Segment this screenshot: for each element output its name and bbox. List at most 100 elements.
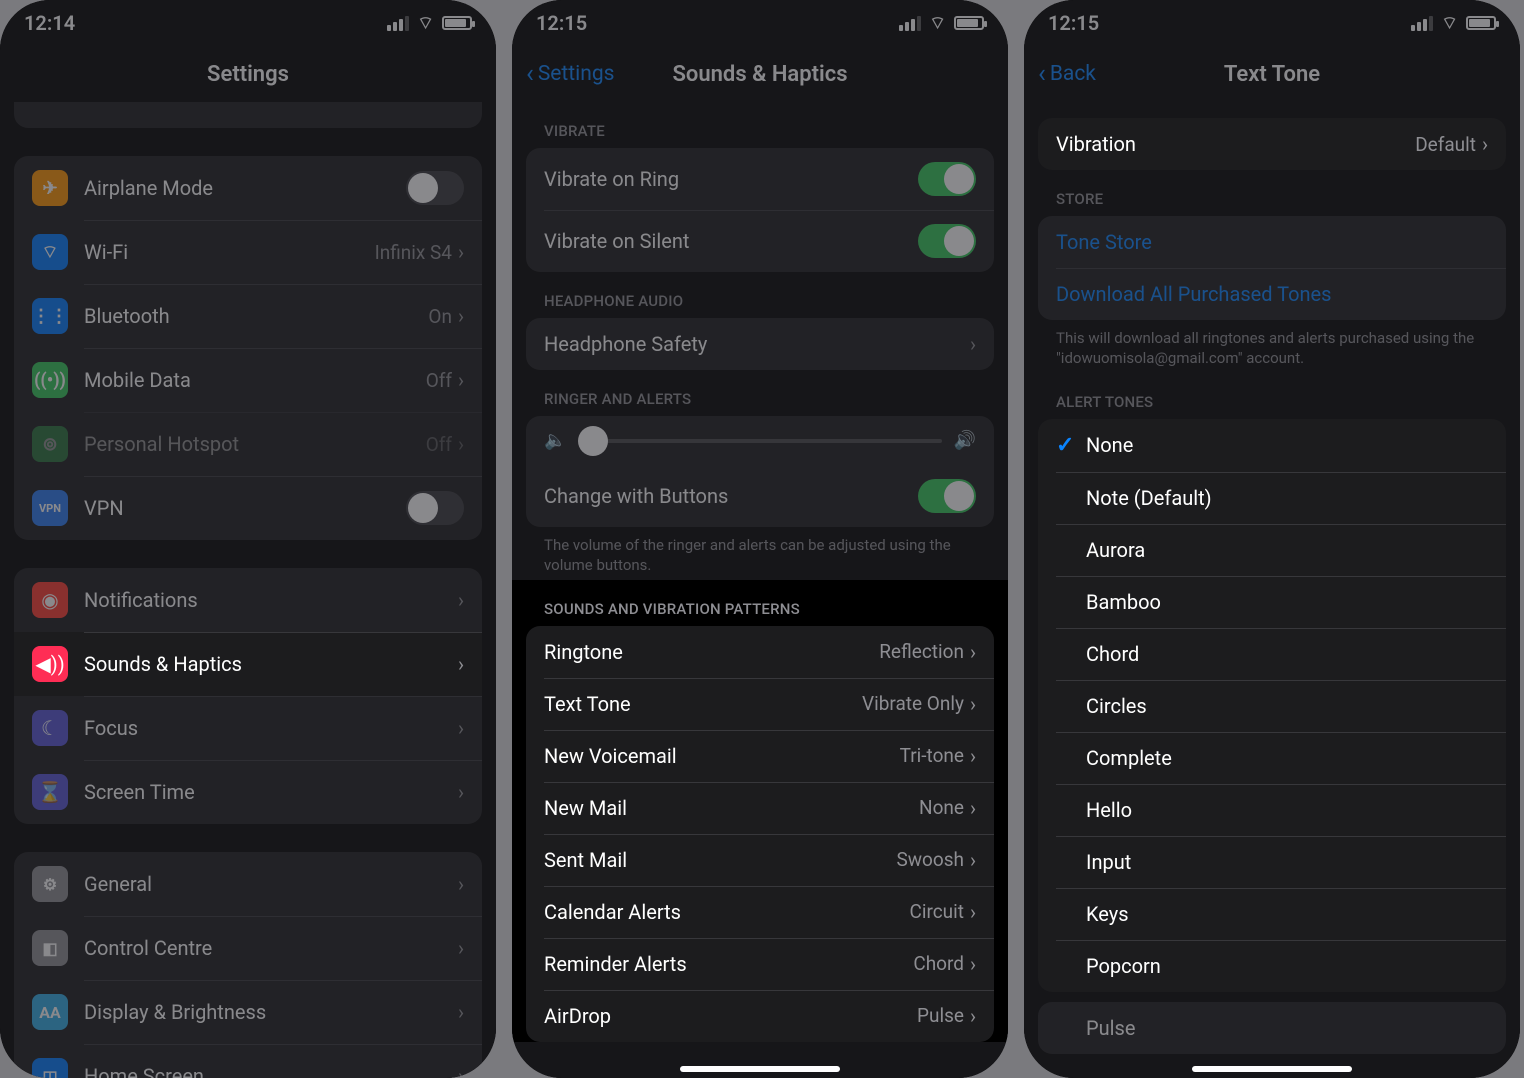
tone-row[interactable]: Aurora: [1038, 524, 1506, 576]
headphone-safety-row[interactable]: Headphone Safety ›: [526, 318, 994, 370]
row-icon: ((•)): [32, 362, 68, 398]
settings-row[interactable]: ◫Home Screen›: [14, 1044, 482, 1078]
chevron-right-icon: ›: [970, 332, 976, 356]
chevron-right-icon: ›: [970, 952, 976, 976]
sound-pattern-row[interactable]: Reminder AlertsChord›: [526, 938, 994, 990]
tone-row[interactable]: Bamboo: [1038, 576, 1506, 628]
download-purchased-row[interactable]: Download All Purchased Tones: [1038, 268, 1506, 320]
tone-row[interactable]: Circles: [1038, 680, 1506, 732]
screentime-row[interactable]: ⌛ Screen Time ›: [14, 760, 482, 824]
sound-pattern-row[interactable]: New MailNone›: [526, 782, 994, 834]
status-bar: 12:15 ⌔: [512, 0, 1008, 46]
battery-icon: [1466, 16, 1496, 30]
tone-row[interactable]: Keys: [1038, 888, 1506, 940]
status-bar: 12:15 ⌔: [1024, 0, 1520, 46]
sound-pattern-row[interactable]: RingtoneReflection›: [526, 626, 994, 678]
row-value: On: [428, 305, 452, 328]
row-icon: VPN: [32, 490, 68, 526]
tone-row[interactable]: Complete: [1038, 732, 1506, 784]
store-group: Tone Store Download All Purchased Tones: [1038, 216, 1506, 320]
chevron-right-icon: ›: [970, 1004, 976, 1028]
chevron-right-icon: ›: [458, 368, 464, 392]
row-value: Vibrate Only: [862, 692, 964, 715]
row-label: Ringtone: [544, 640, 623, 664]
settings-row[interactable]: ((•))Mobile DataOff›: [14, 348, 482, 412]
sound-pattern-row[interactable]: Sent MailSwoosh›: [526, 834, 994, 886]
toggle-switch[interactable]: [406, 171, 464, 205]
connectivity-group: ✈︎Airplane Mode⌔Wi-FiInfinix S4›⋮⋮Blueto…: [14, 156, 482, 540]
row-value: Default: [1415, 133, 1476, 156]
toggle-switch[interactable]: [918, 162, 976, 196]
settings-row[interactable]: ⌔Wi-FiInfinix S4›: [14, 220, 482, 284]
tone-row[interactable]: Popcorn: [1038, 940, 1506, 992]
tone-row[interactable]: Pulse: [1038, 1002, 1506, 1054]
home-indicator[interactable]: [680, 1066, 840, 1072]
tones-continued: Pulse: [1038, 1002, 1506, 1054]
speaker-low-icon: 🔈: [544, 430, 566, 451]
settings-row[interactable]: VPNVPN: [14, 476, 482, 540]
settings-row[interactable]: ⋮⋮BluetoothOn›: [14, 284, 482, 348]
settings-row[interactable]: AADisplay & Brightness›: [14, 980, 482, 1044]
tone-row[interactable]: ✓None: [1038, 419, 1506, 472]
tone-row[interactable]: Chord: [1038, 628, 1506, 680]
row-label: Control Centre: [84, 936, 212, 960]
tone-row[interactable]: Input: [1038, 836, 1506, 888]
ringer-volume-slider[interactable]: 🔈 🔊: [526, 416, 994, 465]
settings-row[interactable]: ⚙︎General›: [14, 852, 482, 916]
vibrate-on-silent-row[interactable]: Vibrate on Silent: [526, 210, 994, 272]
settings-row[interactable]: ⊚Personal HotspotOff›: [14, 412, 482, 476]
chevron-right-icon: ›: [1482, 132, 1488, 156]
focus-row[interactable]: ☾ Focus ›: [14, 696, 482, 760]
toggle-switch[interactable]: [918, 224, 976, 258]
change-with-buttons-row[interactable]: Change with Buttons: [526, 465, 994, 527]
battery-icon: [442, 16, 472, 30]
row-label: Display & Brightness: [84, 1000, 266, 1024]
row-label: Input: [1086, 850, 1131, 874]
sound-pattern-row[interactable]: New VoicemailTri-tone›: [526, 730, 994, 782]
profile-card-peek[interactable]: [14, 102, 482, 128]
store-header: STORE: [1038, 170, 1506, 216]
home-indicator[interactable]: [1192, 1066, 1352, 1072]
row-icon: ⚙︎: [32, 866, 68, 902]
tone-row[interactable]: Hello: [1038, 784, 1506, 836]
sound-pattern-row[interactable]: Calendar AlertsCircuit›: [526, 886, 994, 938]
row-label: Hello: [1086, 798, 1132, 822]
toggle-switch[interactable]: [406, 491, 464, 525]
row-label: General: [84, 872, 152, 896]
row-label: Complete: [1086, 746, 1172, 770]
vibration-row[interactable]: Vibration Default ›: [1038, 118, 1506, 170]
row-label: Vibration: [1056, 132, 1136, 156]
row-icon: ◧: [32, 930, 68, 966]
screentime-icon: ⌛: [32, 774, 68, 810]
back-label: Settings: [538, 62, 615, 86]
cellular-icon: [387, 16, 409, 31]
status-icons: ⌔: [387, 12, 472, 35]
checkmark-icon: ✓: [1056, 433, 1086, 458]
chevron-right-icon: ›: [970, 796, 976, 820]
chevron-right-icon: ›: [458, 716, 464, 740]
tone-store-row[interactable]: Tone Store: [1038, 216, 1506, 268]
tone-row[interactable]: Note (Default): [1038, 472, 1506, 524]
wifi-icon: ⌔: [1441, 12, 1458, 35]
sound-pattern-row[interactable]: Text ToneVibrate Only›: [526, 678, 994, 730]
wifi-icon: ⌔: [417, 12, 434, 35]
toggle-switch[interactable]: [918, 479, 976, 513]
status-time: 12:15: [536, 11, 587, 35]
vibrate-on-ring-row[interactable]: Vibrate on Ring: [526, 148, 994, 210]
page-title: Text Tone: [1224, 62, 1320, 87]
notifications-row[interactable]: ◉ Notifications ›: [14, 568, 482, 632]
row-label: Headphone Safety: [544, 332, 707, 356]
text-tone-screen: 12:15 ⌔ ‹ Back Text Tone Vibration Defau…: [1024, 0, 1520, 1078]
row-label: New Voicemail: [544, 744, 677, 768]
row-value: Tri-tone: [900, 744, 964, 767]
row-label: Vibrate on Ring: [544, 167, 679, 191]
settings-row[interactable]: ✈︎Airplane Mode: [14, 156, 482, 220]
status-icons: ⌔: [1411, 12, 1496, 35]
sounds-haptics-row[interactable]: ◀)) Sounds & Haptics ›: [14, 632, 482, 696]
sound-pattern-row[interactable]: AirDropPulse›: [526, 990, 994, 1042]
settings-row[interactable]: ◧Control Centre›: [14, 916, 482, 980]
back-button[interactable]: ‹ Settings: [526, 46, 615, 102]
back-button[interactable]: ‹ Back: [1038, 46, 1096, 102]
row-label: Screen Time: [84, 780, 195, 804]
row-label: Popcorn: [1086, 954, 1161, 978]
